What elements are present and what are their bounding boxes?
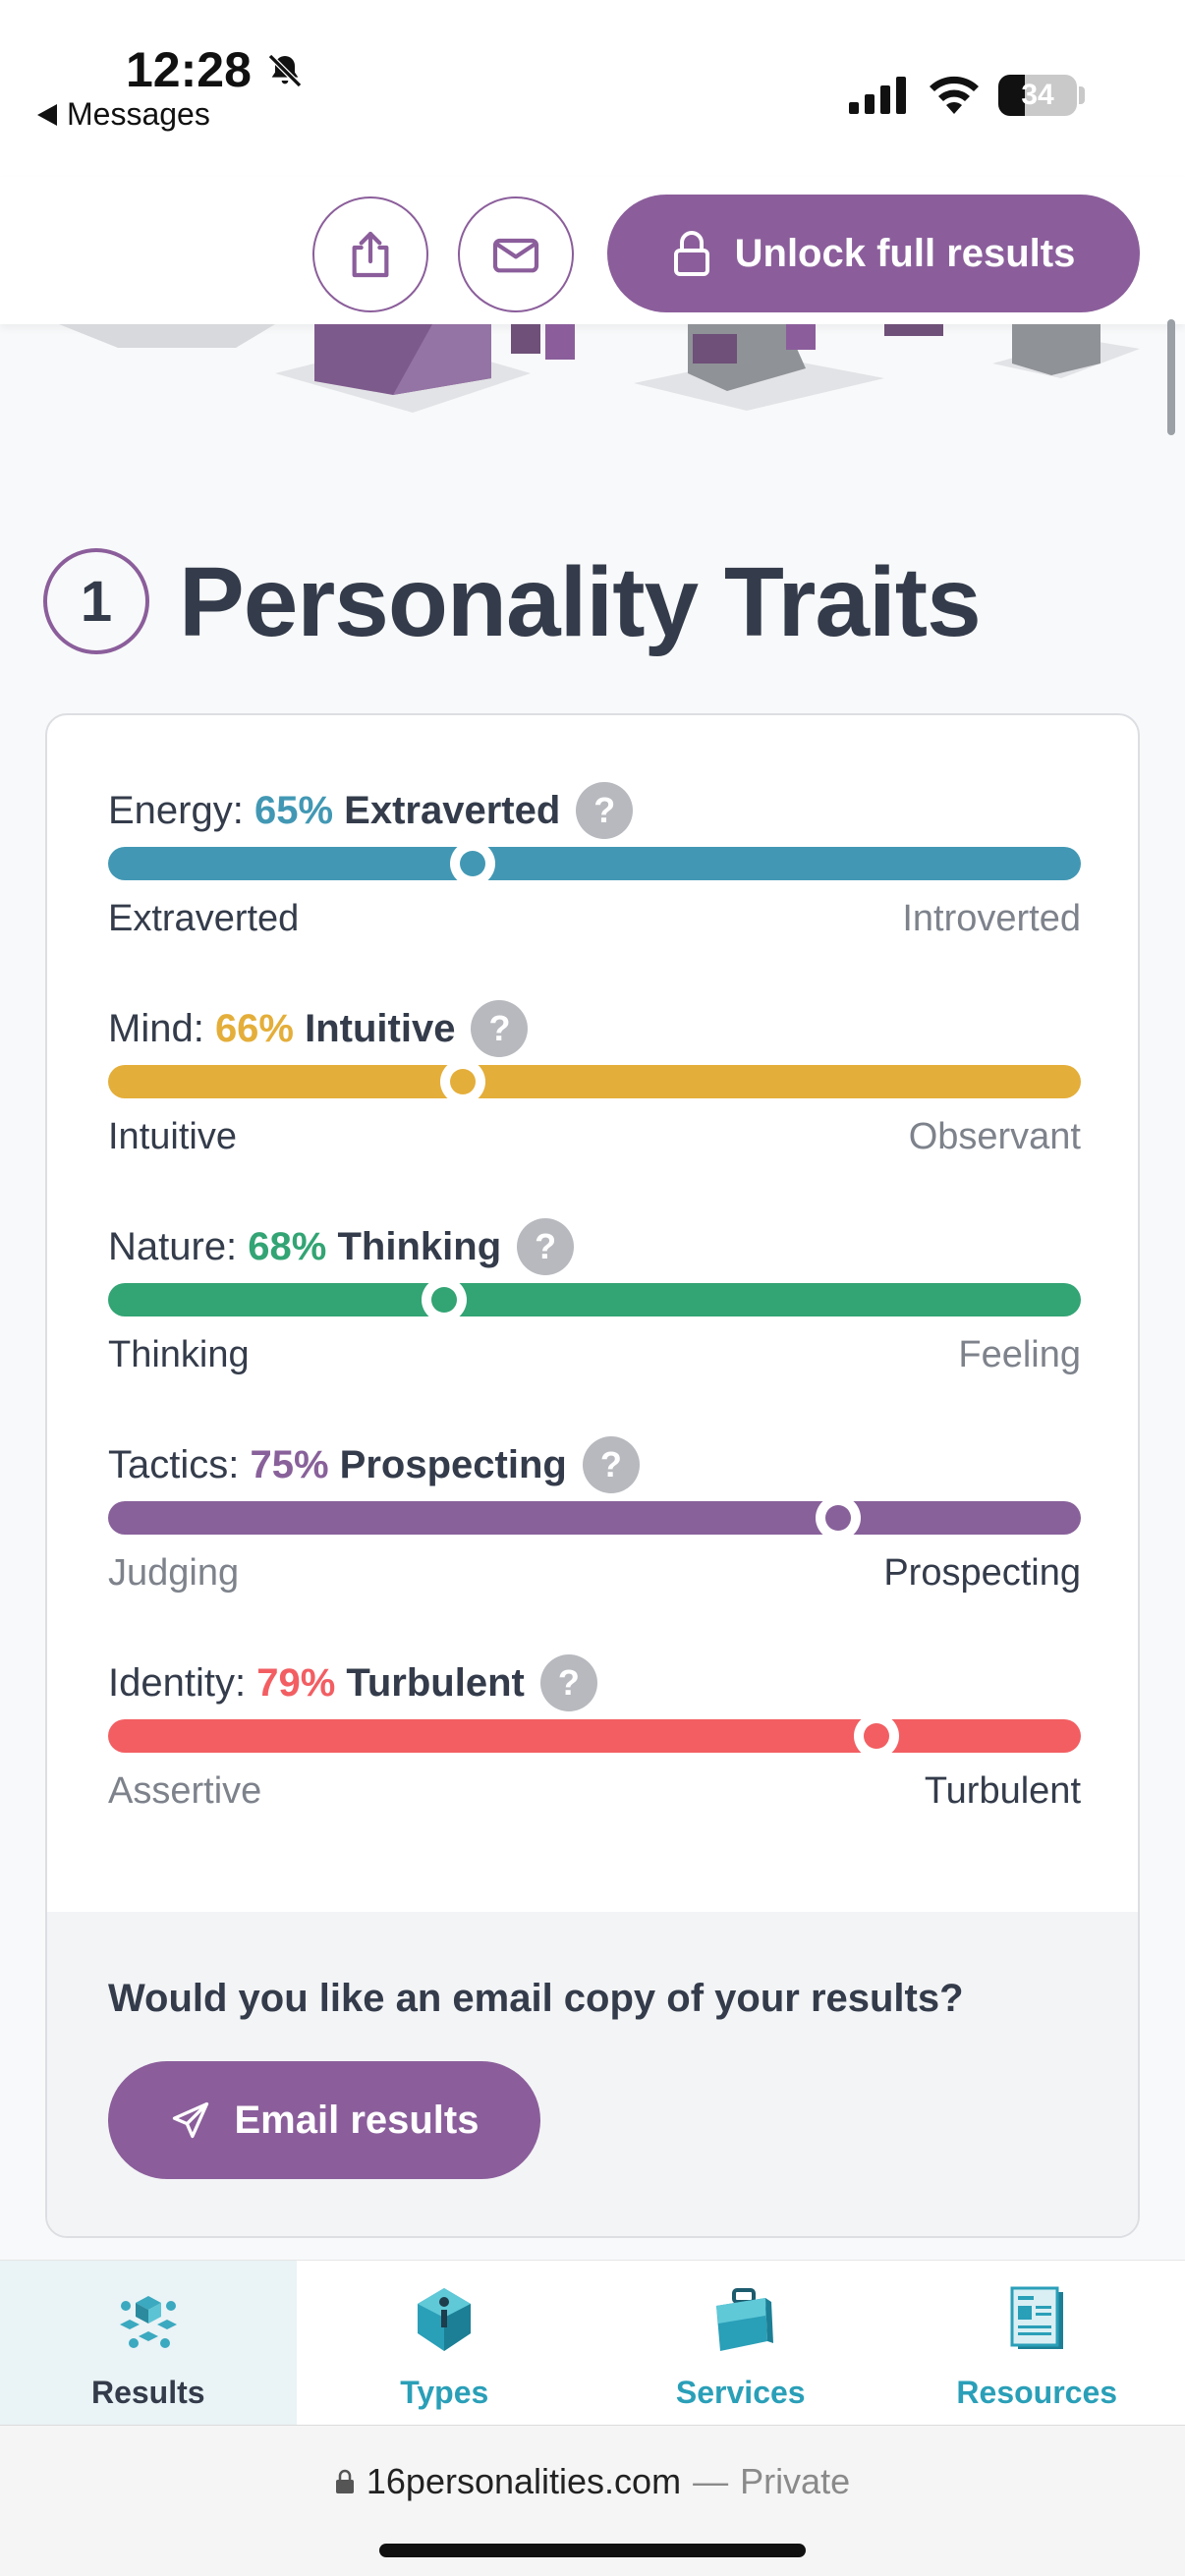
help-icon[interactable]: ? — [517, 1218, 575, 1275]
unlock-label: Unlock full results — [734, 231, 1076, 275]
trait-nature: Nature: 68% Thinking ? Thinking Feeling — [108, 1218, 1081, 1415]
lock-small-icon — [335, 2469, 354, 2493]
trait-result: Intuitive — [305, 1006, 456, 1050]
document-icon — [1010, 2286, 1064, 2349]
nav-label: Results — [90, 2375, 205, 2410]
page-scrollbar[interactable] — [1167, 319, 1175, 435]
battery-icon: 34 — [998, 75, 1077, 116]
section-number-badge: 1 — [43, 548, 149, 654]
trait-tactics: Tactics: 75% Prospecting ? Judging Prosp… — [108, 1436, 1081, 1633]
bell-slash-icon — [267, 53, 303, 88]
cellular-signal-icon — [849, 77, 906, 114]
trait-heading: Identity: 79% Turbulent ? — [108, 1654, 597, 1711]
trait-bar — [108, 847, 1081, 880]
help-icon[interactable]: ? — [539, 1654, 597, 1711]
trait-bar — [108, 1065, 1081, 1098]
trait-energy: Energy: 65% Extraverted ? Extraverted In… — [108, 782, 1081, 979]
trait-mind: Mind: 66% Intuitive ? Intuitive Observan… — [108, 1000, 1081, 1197]
browser-address-bar[interactable]: 16personalities.com — Private — [0, 2425, 1185, 2576]
nav-types[interactable]: Types — [297, 2261, 593, 2426]
email-question: Would you like an email copy of your res… — [108, 1977, 964, 2020]
unlock-full-results-button[interactable]: Unlock full results — [607, 195, 1140, 312]
trait-left-pole: Intuitive — [108, 1116, 237, 1157]
header-illustration — [59, 324, 1140, 413]
back-triangle-icon — [37, 103, 57, 126]
trait-bar — [108, 1283, 1081, 1316]
mail-button[interactable] — [458, 196, 574, 312]
trait-marker — [854, 1713, 900, 1759]
envelope-icon — [492, 238, 539, 273]
trait-percent: 65% — [254, 788, 334, 832]
trait-percent: 75% — [250, 1442, 329, 1486]
trait-percent: 79% — [256, 1660, 336, 1705]
trait-identity: Identity: 79% Turbulent ? Assertive Turb… — [108, 1654, 1081, 1851]
back-to-messages[interactable]: Messages — [37, 96, 210, 133]
url-separator: — — [693, 2461, 729, 2501]
help-icon[interactable]: ? — [471, 1000, 529, 1057]
paper-plane-icon — [173, 2101, 209, 2139]
status-time: 12:28 — [126, 42, 252, 97]
trait-left-pole: Extraverted — [108, 898, 300, 939]
trait-right-pole: Turbulent — [924, 1770, 1081, 1812]
email-button-label: Email results — [234, 2098, 480, 2142]
briefcase-icon — [715, 2288, 773, 2351]
trait-name: Identity: — [108, 1660, 247, 1705]
help-icon[interactable]: ? — [582, 1436, 640, 1493]
share-button[interactable] — [312, 196, 428, 312]
nav-resources[interactable]: Resources — [889, 2261, 1185, 2426]
trait-bar — [108, 1719, 1081, 1753]
trait-name: Tactics: — [108, 1442, 240, 1486]
trait-name: Mind: — [108, 1006, 204, 1050]
trait-name: Energy: — [108, 788, 244, 832]
trait-heading: Mind: 66% Intuitive ? — [108, 1000, 529, 1057]
nav-results[interactable]: Results — [0, 2261, 297, 2426]
trait-bar — [108, 1501, 1081, 1535]
trait-heading: Tactics: 75% Prospecting ? — [108, 1436, 640, 1493]
share-icon — [352, 231, 389, 278]
back-label: Messages — [67, 96, 210, 132]
trait-result: Prospecting — [339, 1442, 567, 1486]
email-results-panel: Would you like an email copy of your res… — [47, 1912, 1138, 2236]
help-icon[interactable]: ? — [576, 782, 634, 839]
email-results-button[interactable]: Email results — [108, 2061, 540, 2179]
trait-marker — [421, 1277, 467, 1322]
trait-result: Extraverted — [344, 788, 561, 832]
trait-marker — [450, 841, 496, 886]
trait-right-pole: Feeling — [958, 1334, 1081, 1375]
trait-result: Turbulent — [346, 1660, 525, 1705]
url-domain: 16personalities.com — [366, 2461, 682, 2501]
results-cube-icon — [119, 2296, 177, 2348]
trait-right-pole: Introverted — [902, 898, 1081, 939]
trait-result: Thinking — [337, 1224, 502, 1268]
wifi-icon — [930, 76, 979, 114]
trait-right-pole: Prospecting — [883, 1552, 1081, 1594]
trait-right-pole: Observant — [908, 1116, 1081, 1157]
status-bar: 12:28 Messages 34 — [0, 0, 1185, 177]
trait-left-pole: Thinking — [108, 1334, 250, 1375]
url-display[interactable]: 16personalities.com — Private — [0, 2461, 1185, 2502]
trait-name: Nature: — [108, 1224, 238, 1268]
trait-heading: Nature: 68% Thinking ? — [108, 1218, 575, 1275]
trait-heading: Energy: 65% Extraverted ? — [108, 782, 634, 839]
page-title: Personality Traits — [179, 547, 982, 657]
battery-tip — [1079, 86, 1085, 104]
trait-marker — [815, 1495, 861, 1540]
nav-label: Services — [675, 2375, 806, 2410]
trait-left-pole: Judging — [108, 1552, 240, 1594]
home-indicator[interactable] — [379, 2544, 806, 2557]
trait-percent: 66% — [214, 1006, 294, 1050]
nav-label: Resources — [956, 2375, 1118, 2410]
nav-label: Types — [400, 2375, 489, 2410]
trait-left-pole: Assertive — [108, 1770, 262, 1812]
lock-icon — [673, 231, 709, 276]
types-gem-icon — [418, 2288, 472, 2351]
battery-level: 34 — [1021, 79, 1054, 111]
trait-percent: 68% — [248, 1224, 327, 1268]
bottom-nav: Results Types Services Resources — [0, 2260, 1185, 2426]
traits-card: Energy: 65% Extraverted ? Extraverted In… — [45, 713, 1140, 2238]
private-mode-label: Private — [740, 2461, 851, 2501]
nav-services[interactable]: Services — [592, 2261, 889, 2426]
trait-marker — [440, 1059, 486, 1104]
